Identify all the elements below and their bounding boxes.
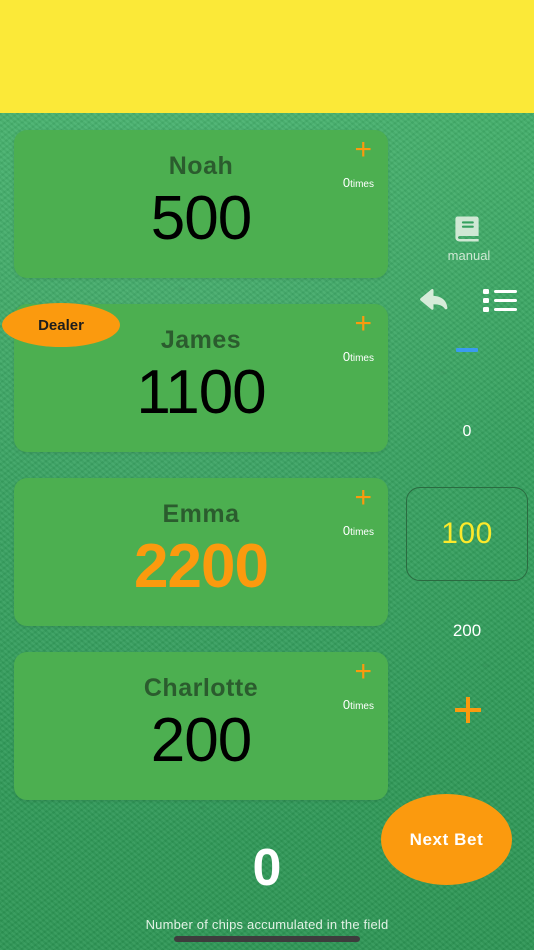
undo-button[interactable] <box>418 286 454 316</box>
player-card-noah[interactable]: + 0times Noah 500 <box>14 130 388 278</box>
manual-button[interactable]: manual <box>443 212 495 263</box>
player-chip-value: 200 <box>150 706 252 775</box>
list-icon <box>483 289 517 312</box>
player-card-emma[interactable]: + 0times Emma 2200 <box>14 478 388 626</box>
increase-bet-button[interactable] <box>455 697 481 723</box>
player-name: Charlotte <box>143 674 259 702</box>
app-root: + 0times Noah 500 + 0times James 1100 + … <box>0 0 534 950</box>
current-bet-value: 100 <box>441 517 493 550</box>
bet-value-below: 0 <box>462 423 472 440</box>
player-chip-value: 500 <box>150 184 252 253</box>
ad-banner[interactable] <box>0 0 534 113</box>
player-list: + 0times Noah 500 + 0times James 1100 + … <box>14 130 388 826</box>
list-button[interactable] <box>483 288 517 314</box>
player-card-charlotte[interactable]: + 0times Charlotte 200 <box>14 652 388 800</box>
player-name: Noah <box>168 152 234 180</box>
decrease-bet-button[interactable] <box>456 348 478 352</box>
player-chip-value: 2200 <box>134 532 269 601</box>
bet-value-above: 200 <box>452 621 482 640</box>
player-chip-value: 1100 <box>136 358 266 427</box>
field-total-caption: Number of chips accumulated in the field <box>145 917 389 932</box>
dealer-badge[interactable]: Dealer <box>2 303 120 347</box>
home-indicator <box>174 936 360 942</box>
book-icon <box>455 216 479 242</box>
manual-label: manual <box>447 248 491 263</box>
undo-arrow-icon <box>420 288 448 310</box>
current-bet-box[interactable]: 100 <box>406 487 528 581</box>
player-name: Emma <box>162 500 240 528</box>
next-bet-button[interactable]: Next Bet <box>381 794 512 885</box>
